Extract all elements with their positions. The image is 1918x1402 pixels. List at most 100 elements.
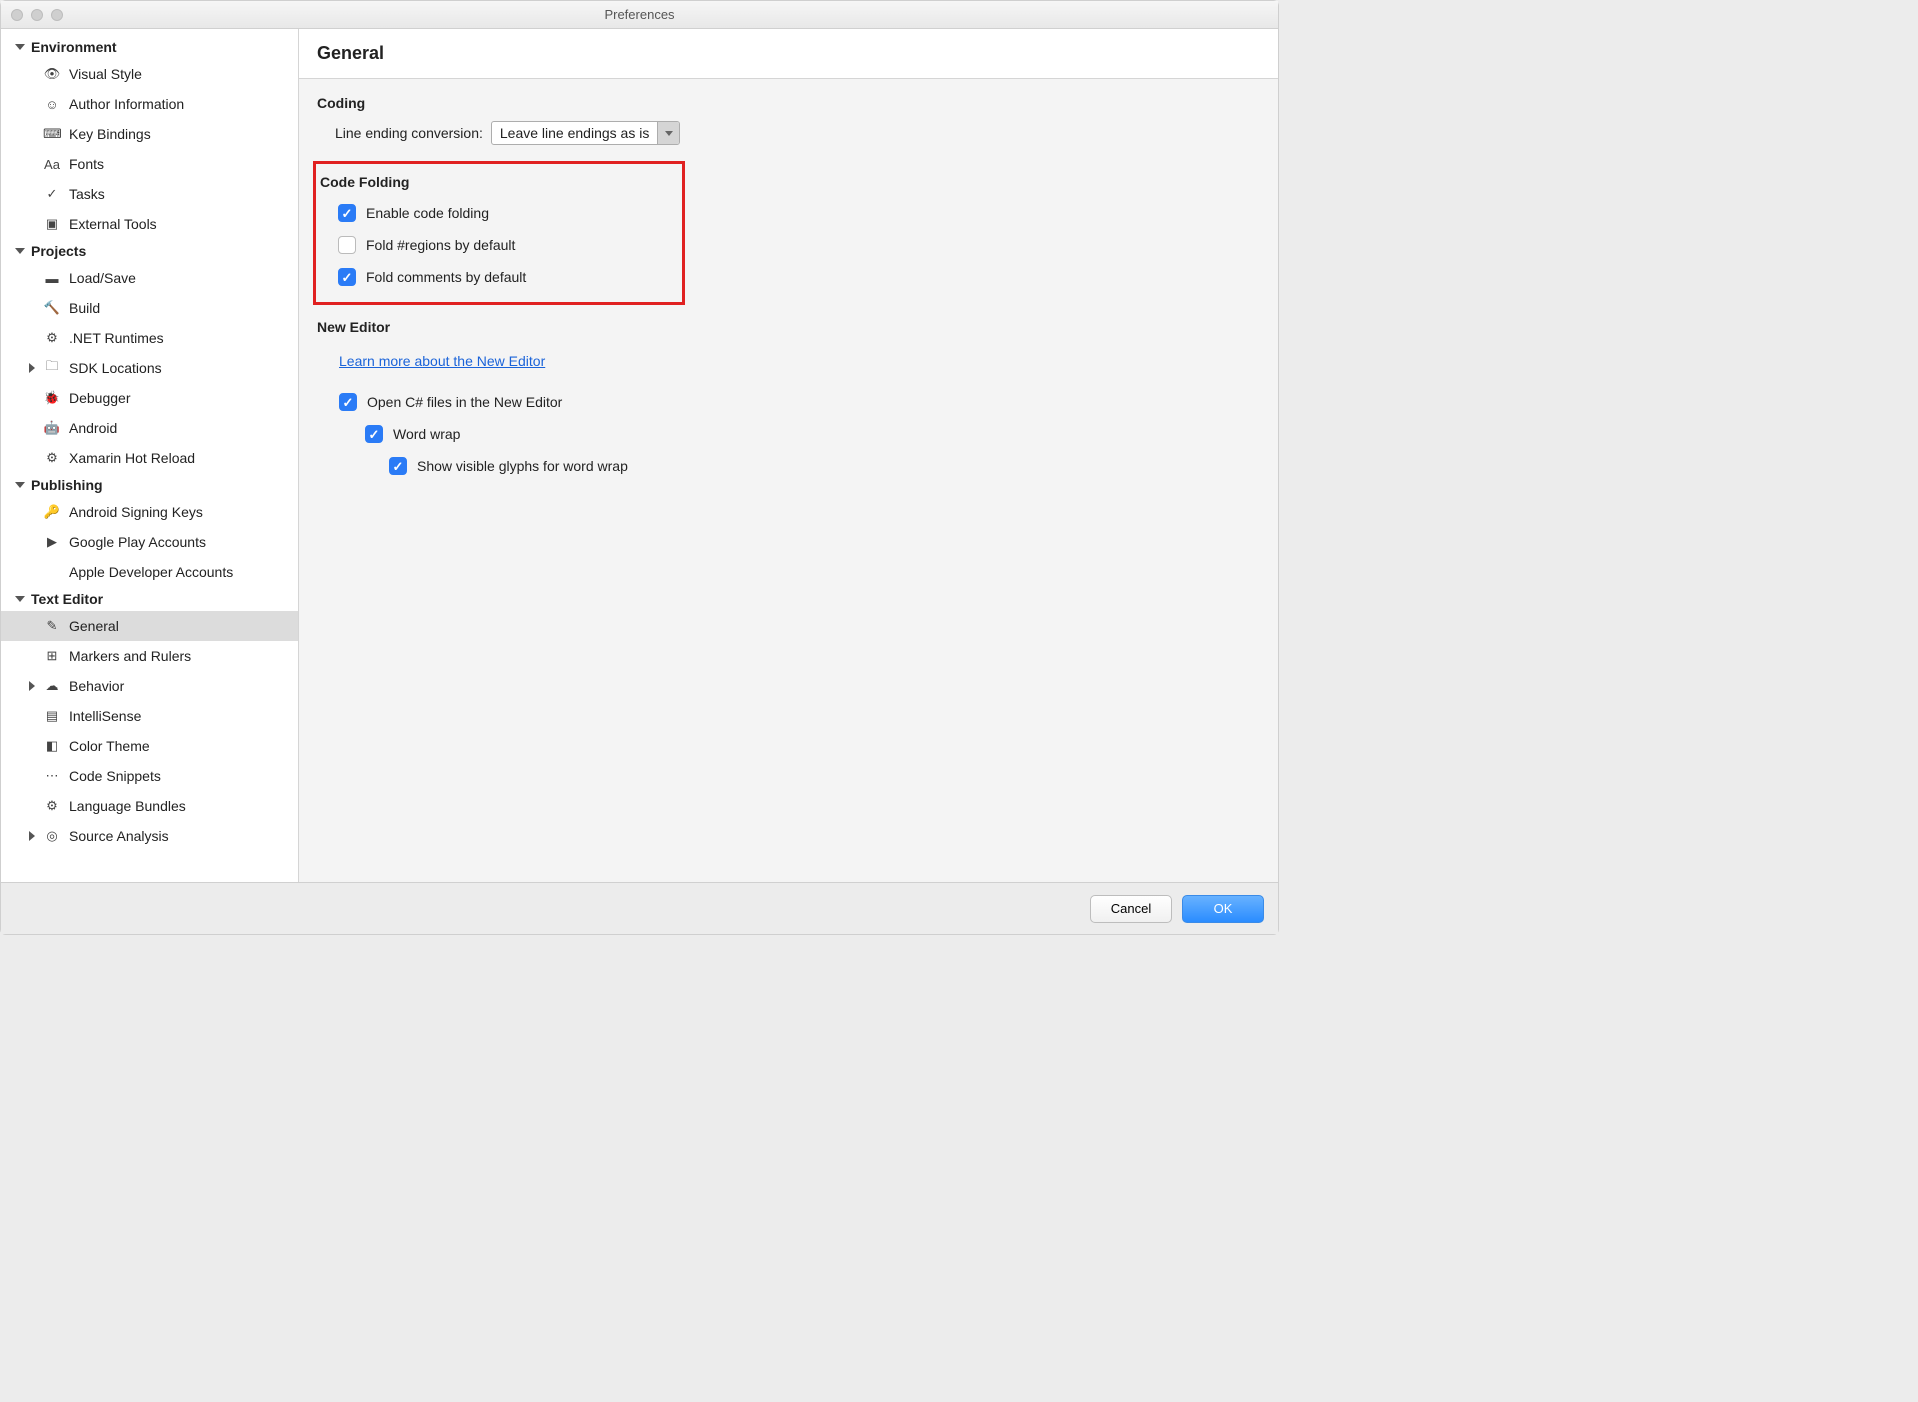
sidebar-item-label: Android Signing Keys	[69, 504, 203, 520]
coding-section-title: Coding	[317, 95, 1260, 111]
enable-code-folding-row[interactable]: Enable code folding	[338, 204, 674, 222]
open-csharp-new-editor-label: Open C# files in the New Editor	[367, 394, 562, 410]
sidebar-item[interactable]: ☁Behavior	[1, 671, 298, 701]
sidebar-item[interactable]: ⚙ Xamarin Hot Reload	[1, 443, 298, 473]
sidebar-category[interactable]: Environment	[1, 35, 298, 59]
sidebar-item[interactable]: ⊞Markers and Rulers	[1, 641, 298, 671]
chevron-down-icon	[15, 248, 25, 254]
sidebar-item[interactable]: ⚙.NET Runtimes	[1, 323, 298, 353]
sidebar-item-icon: ▣	[43, 216, 61, 232]
sidebar-item[interactable]: 🔑 Android Signing Keys	[1, 497, 298, 527]
sidebar-item-icon: 🔑	[43, 504, 61, 520]
sidebar-category-label: Publishing	[31, 477, 103, 493]
sidebar-item-icon: ▤	[43, 708, 61, 724]
sidebar-category-label: Text Editor	[31, 591, 103, 607]
sidebar-item[interactable]: ▤ IntelliSense	[1, 701, 298, 731]
sidebar-category[interactable]: Publishing	[1, 473, 298, 497]
sidebar-item-label: Author Information	[69, 96, 184, 112]
sidebar-item[interactable]: ☺Author Information	[1, 89, 298, 119]
sidebar-item[interactable]: ◎ Source Analysis	[1, 821, 298, 851]
word-wrap-checkbox[interactable]	[365, 425, 383, 443]
sidebar-category[interactable]: Text Editor	[1, 587, 298, 611]
sidebar-category-label: Projects	[31, 243, 86, 259]
sidebar-item[interactable]: ▶ Google Play Accounts	[1, 527, 298, 557]
enable-code-folding-label: Enable code folding	[366, 205, 489, 221]
sidebar-item-icon: 🔨	[43, 300, 61, 316]
new-editor-learn-more-link[interactable]: Learn more about the New Editor	[339, 353, 545, 369]
line-ending-row: Line ending conversion: Leave line endin…	[335, 121, 1260, 145]
sidebar-item-icon: 👁	[43, 66, 61, 82]
word-wrap-label: Word wrap	[393, 426, 460, 442]
sidebar-item-label: Xamarin Hot Reload	[69, 450, 195, 466]
sidebar-item-icon: 🗀	[43, 357, 61, 379]
sidebar-item[interactable]: Apple Developer Accounts	[1, 557, 298, 587]
sidebar-item[interactable]: ✓ Tasks	[1, 179, 298, 209]
fold-comments-checkbox[interactable]	[338, 268, 356, 286]
cancel-button[interactable]: Cancel	[1090, 895, 1172, 923]
fold-regions-checkbox[interactable]	[338, 236, 356, 254]
sidebar-item-label: General	[69, 618, 119, 634]
sidebar-item[interactable]: ⌨Key Bindings	[1, 119, 298, 149]
sidebar-item-label: Source Analysis	[69, 828, 169, 844]
titlebar: Preferences	[1, 1, 1278, 29]
open-csharp-new-editor-checkbox[interactable]	[339, 393, 357, 411]
main-panel: General Coding Line ending conversion: L…	[299, 29, 1278, 882]
line-ending-select[interactable]: Leave line endings as is	[491, 121, 680, 145]
fold-comments-label: Fold comments by default	[366, 269, 526, 285]
sidebar-item-icon: ✎	[43, 618, 61, 634]
sidebar-item-icon: ⋯	[43, 768, 61, 784]
sidebar-item[interactable]: 🐞Debugger	[1, 383, 298, 413]
sidebar-item[interactable]: ⚙Language Bundles	[1, 791, 298, 821]
sidebar-category[interactable]: Projects	[1, 239, 298, 263]
sidebar-item[interactable]: 🔨Build	[1, 293, 298, 323]
enable-code-folding-checkbox[interactable]	[338, 204, 356, 222]
sidebar-item-label: Markers and Rulers	[69, 648, 191, 664]
sidebar-item-icon: ◎	[43, 828, 61, 844]
sidebar-item[interactable]: 🗀SDK Locations	[1, 353, 298, 383]
line-ending-value: Leave line endings as is	[492, 125, 657, 141]
sidebar-item-label: Visual Style	[69, 66, 142, 82]
chevron-down-icon	[15, 482, 25, 488]
sidebar-item[interactable]: 👁 Visual Style	[1, 59, 298, 89]
sidebar-item-icon: ▶	[43, 534, 61, 550]
chevron-right-icon	[29, 363, 35, 373]
sidebar-item-label: Google Play Accounts	[69, 534, 206, 550]
show-glyphs-row[interactable]: Show visible glyphs for word wrap	[389, 457, 1260, 475]
sidebar-item-icon: ⚙	[43, 450, 61, 466]
chevron-down-icon[interactable]	[657, 121, 679, 145]
new-editor-section-title: New Editor	[317, 319, 1260, 335]
sidebar-item[interactable]: Aa Fonts	[1, 149, 298, 179]
main-body: Coding Line ending conversion: Leave lin…	[299, 79, 1278, 882]
ok-button[interactable]: OK	[1182, 895, 1264, 923]
sidebar-item-icon: 🤖	[43, 420, 61, 436]
footer: Cancel OK	[1, 882, 1278, 934]
sidebar[interactable]: Environment 👁 Visual Style ☺Author Informat…	[1, 29, 299, 882]
fold-regions-row[interactable]: Fold #regions by default	[338, 236, 674, 254]
sidebar-item-icon: ✓	[43, 186, 61, 202]
sidebar-item-label: Key Bindings	[69, 126, 151, 142]
sidebar-item[interactable]: ▬Load/Save	[1, 263, 298, 293]
sidebar-item-icon: ◧	[43, 738, 61, 754]
sidebar-item-icon: ⚙	[43, 330, 61, 346]
fold-regions-label: Fold #regions by default	[366, 237, 515, 253]
sidebar-item-label: Fonts	[69, 156, 104, 172]
word-wrap-row[interactable]: Word wrap	[365, 425, 1260, 443]
sidebar-item-label: IntelliSense	[69, 708, 141, 724]
sidebar-item[interactable]: ◧Color Theme	[1, 731, 298, 761]
show-glyphs-checkbox[interactable]	[389, 457, 407, 475]
sidebar-item[interactable]: ▣External Tools	[1, 209, 298, 239]
sidebar-item-icon: Aa	[43, 157, 61, 172]
code-folding-highlight: Code Folding Enable code folding Fold #r…	[313, 161, 685, 305]
sidebar-item[interactable]: ⋯ Code Snippets	[1, 761, 298, 791]
open-csharp-new-editor-row[interactable]: Open C# files in the New Editor	[339, 393, 1260, 411]
sidebar-item[interactable]: 🤖Android	[1, 413, 298, 443]
sidebar-item-label: Behavior	[69, 678, 124, 694]
preferences-window: Preferences Environment 👁 Visual Style ☺Aut…	[0, 0, 1279, 935]
sidebar-item-label: Code Snippets	[69, 768, 161, 784]
sidebar-item-label: Tasks	[69, 186, 105, 202]
sidebar-item-label: Load/Save	[69, 270, 136, 286]
sidebar-item-label: Apple Developer Accounts	[69, 564, 233, 580]
fold-comments-row[interactable]: Fold comments by default	[338, 268, 674, 286]
chevron-down-icon	[15, 596, 25, 602]
sidebar-item[interactable]: ✎ General	[1, 611, 298, 641]
